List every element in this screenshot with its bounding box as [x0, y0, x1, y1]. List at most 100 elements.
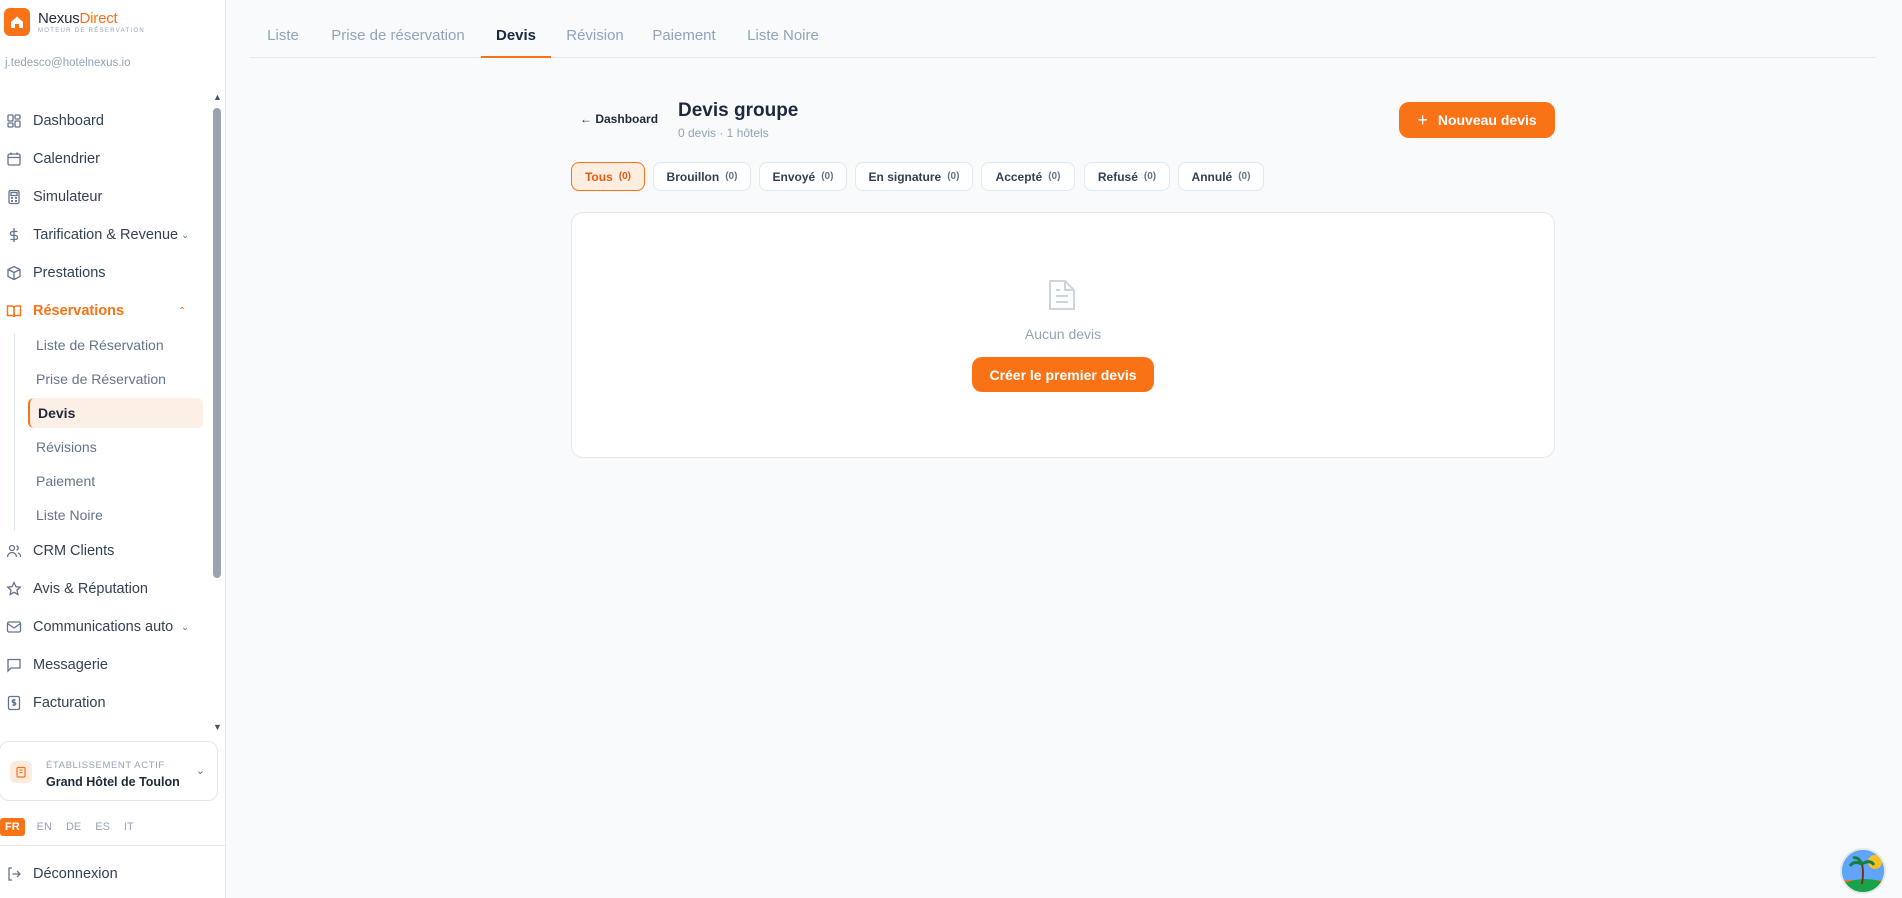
establishment-label: ÉTABLISSEMENT ACTIF — [46, 760, 165, 771]
tab-revision[interactable]: Révision — [565, 20, 625, 58]
sidebar: NexusDirect MOTEUR DE RÉSERVATION j.tede… — [0, 0, 226, 898]
sidebar-scrollbar[interactable]: ▲ ▼ — [210, 92, 224, 732]
sidebar-item-simulateur[interactable]: Simulateur — [0, 182, 210, 212]
star-icon — [6, 581, 22, 596]
subitem-revisions[interactable]: Révisions — [28, 432, 203, 462]
arrow-left-icon: ← — [580, 112, 592, 126]
file-text-icon — [1049, 280, 1075, 310]
sidebar-item-label: Communications auto — [33, 619, 174, 635]
language-switcher: FR EN DE ES IT — [0, 818, 148, 836]
brand-logo[interactable]: NexusDirect MOTEUR DE RÉSERVATION — [4, 8, 145, 36]
dashboard-icon — [7, 114, 21, 128]
page-subtitle: 0 devis · 1 hôtels — [678, 126, 769, 140]
dollar-icon — [9, 228, 19, 242]
empty-state-text: Aucun devis — [1024, 326, 1102, 342]
logout-icon — [8, 867, 21, 881]
filter-count: (0) — [618, 171, 631, 182]
lang-es[interactable]: ES — [95, 821, 110, 833]
filter-label: Brouillon — [666, 169, 720, 184]
user-email: j.tedesco@hotelnexus.io — [5, 57, 131, 69]
back-label: Dashboard — [595, 112, 659, 126]
sidebar-item-label: Messagerie — [33, 657, 108, 673]
establishment-name: Grand Hôtel de Toulon — [46, 775, 180, 789]
plus-icon: + — [1417, 109, 1428, 130]
sidebar-item-messagerie[interactable]: Messagerie — [0, 650, 210, 680]
filter-envoye[interactable]: Envoyé (0) — [759, 162, 847, 191]
scroll-down-arrow-icon[interactable]: ▼ — [213, 722, 222, 732]
subitem-prise-reservation[interactable]: Prise de Réservation — [28, 364, 203, 394]
submenu-guide-line — [14, 333, 15, 531]
filter-label: Envoyé — [772, 169, 816, 184]
filter-count: (0) — [821, 171, 834, 182]
back-to-dashboard-link[interactable]: ← Dashboard — [580, 112, 658, 126]
filter-en-signature[interactable]: En signature (0) — [855, 162, 973, 191]
filter-accepte[interactable]: Accepté (0) — [981, 162, 1075, 191]
calendar-icon — [7, 152, 21, 166]
top-tabs: Liste Prise de réservation Devis Révisio… — [250, 20, 1876, 58]
subitem-devis[interactable]: Devis — [28, 398, 203, 428]
chevron-down-icon: ⌄ — [195, 765, 205, 777]
tab-liste-noire[interactable]: Liste Noire — [745, 20, 821, 58]
chevron-down-icon: ⌄ — [181, 229, 190, 241]
sidebar-item-crm[interactable]: CRM Clients — [0, 536, 210, 566]
new-quote-label: Nouveau devis — [1437, 112, 1537, 128]
sidebar-item-calendrier[interactable]: Calendrier — [0, 144, 210, 174]
chevron-up-icon: ⌃ — [178, 305, 187, 317]
assistant-avatar[interactable] — [1840, 848, 1886, 894]
sidebar-item-label: Dashboard — [33, 113, 104, 129]
create-first-quote-button[interactable]: Créer le premier devis — [972, 357, 1154, 392]
filter-tous[interactable]: Tous (0) — [571, 162, 645, 191]
filter-brouillon[interactable]: Brouillon (0) — [653, 162, 751, 191]
package-icon — [7, 265, 21, 281]
filter-annule[interactable]: Annulé (0) — [1178, 162, 1264, 191]
tab-paiement[interactable]: Paiement — [652, 20, 716, 58]
scroll-thumb[interactable] — [213, 108, 221, 578]
logout-button[interactable]: Déconnexion — [6, 866, 118, 882]
mail-icon — [6, 621, 22, 633]
sidebar-item-label: CRM Clients — [33, 543, 115, 559]
lang-it[interactable]: IT — [124, 821, 134, 833]
sidebar-item-label: Facturation — [33, 695, 106, 711]
filter-refuse[interactable]: Refusé (0) — [1084, 162, 1170, 191]
sidebar-item-dashboard[interactable]: Dashboard — [0, 106, 210, 136]
lang-fr[interactable]: FR — [0, 818, 25, 836]
chevron-down-icon: ⌄ — [181, 621, 190, 633]
sidebar-item-avis[interactable]: Avis & Réputation — [0, 574, 210, 604]
subitem-paiement[interactable]: Paiement — [28, 466, 203, 496]
filter-label: En signature — [868, 169, 942, 184]
lang-en[interactable]: EN — [37, 821, 52, 833]
tab-devis[interactable]: Devis — [481, 20, 551, 58]
sidebar-item-label: Prestations — [33, 265, 106, 281]
sidebar-item-prestations[interactable]: Prestations — [0, 258, 210, 288]
sidebar-item-label: Réservations — [33, 303, 125, 319]
filter-count: (0) — [725, 171, 738, 182]
sidebar-item-communications[interactable]: Communications auto ⌄ — [0, 612, 210, 642]
tab-prise-reservation[interactable]: Prise de réservation — [330, 20, 466, 58]
logout-label: Déconnexion — [33, 866, 118, 882]
new-quote-button[interactable]: + Nouveau devis — [1399, 102, 1555, 138]
filter-count: (0) — [1143, 171, 1157, 182]
filter-label: Refusé — [1097, 169, 1138, 184]
lang-de[interactable]: DE — [66, 821, 81, 833]
filter-label: Tous — [584, 169, 613, 184]
sidebar-item-label: Avis & Réputation — [33, 581, 148, 597]
brand-tagline: MOTEUR DE RÉSERVATION — [38, 27, 145, 34]
filter-count: (0) — [947, 171, 960, 182]
establishment-selector[interactable]: ÉTABLISSEMENT ACTIF Grand Hôtel de Toulo… — [0, 741, 218, 801]
users-icon — [6, 544, 22, 558]
message-icon — [7, 658, 21, 673]
book-open-icon — [6, 305, 22, 318]
scroll-up-arrow-icon[interactable]: ▲ — [213, 92, 222, 102]
sidebar-item-tarification[interactable]: Tarification & Revenue ⌄ — [0, 220, 210, 250]
page-title: Devis groupe — [678, 100, 799, 121]
subitem-liste-noire[interactable]: Liste Noire — [28, 500, 203, 530]
tropical-island-icon — [1842, 850, 1884, 892]
sidebar-item-facturation[interactable]: Facturation — [0, 688, 210, 718]
empty-state-card: Aucun devis Créer le premier devis — [571, 212, 1555, 458]
sidebar-item-reservations[interactable]: Réservations ⌃ — [0, 296, 210, 326]
tab-liste[interactable]: Liste — [266, 20, 300, 58]
filter-count: (0) — [1238, 171, 1251, 182]
subitem-liste-reservation[interactable]: Liste de Réservation — [28, 330, 203, 360]
calculator-icon — [8, 189, 20, 205]
sidebar-divider — [0, 845, 226, 846]
